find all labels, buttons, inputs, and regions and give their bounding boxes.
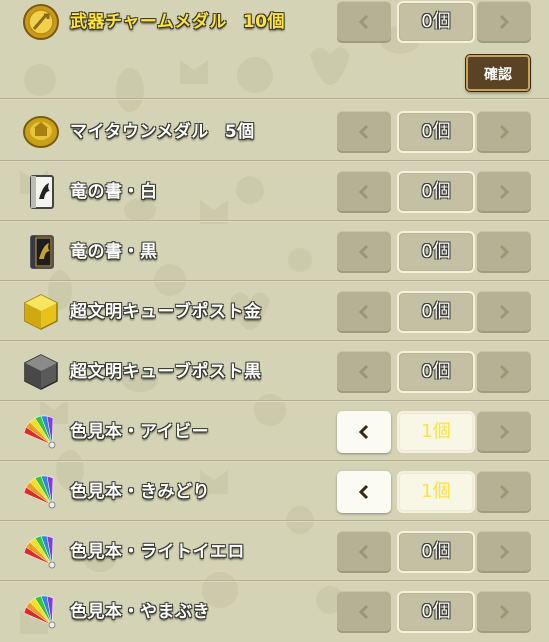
quantity-value: 1個 (397, 411, 475, 453)
decrease-button[interactable] (337, 171, 391, 213)
chevron-left-icon (358, 544, 369, 560)
quantity-value: 0個 (397, 351, 475, 393)
increase-button[interactable] (477, 471, 531, 513)
item-row-weapon-charm-medal: 武器チャームメダル 10個 0個 確認 (0, 0, 549, 100)
increase-button[interactable] (477, 351, 531, 393)
quantity-stepper: 0個 (337, 351, 532, 393)
chevron-right-icon (499, 604, 510, 620)
color-swatch-fan-icon (23, 535, 56, 569)
chevron-right-icon (499, 364, 510, 380)
decrease-button[interactable] (337, 351, 391, 393)
color-swatch-fan-icon (23, 595, 56, 629)
item-owned-quantity: 10個 (242, 12, 285, 32)
chevron-left-icon (358, 244, 369, 260)
item-row-white-dragon-book: 竜の書・白 0個 (0, 162, 549, 222)
chevron-right-icon (499, 14, 510, 30)
quantity-stepper: 0個 (337, 591, 532, 633)
black-dragon-book-icon (30, 235, 54, 269)
chevron-left-icon (358, 124, 369, 140)
chevron-left-icon (358, 184, 369, 200)
item-name: 色見本・きみどり (70, 482, 210, 502)
item-name: 色見本・やまぶき (70, 602, 210, 622)
item-owned-quantity: 5個 (224, 122, 255, 142)
chevron-left-icon (358, 484, 369, 500)
decrease-button[interactable] (337, 471, 391, 513)
quantity-value: 0個 (397, 231, 475, 273)
quantity-stepper: 1個 (337, 411, 532, 453)
chevron-left-icon (358, 14, 369, 30)
quantity-value: 0個 (397, 291, 475, 333)
decrease-button[interactable] (337, 411, 391, 453)
quantity-value: 1個 (397, 471, 475, 513)
item-row-swatch-kimidori: 色見本・きみどり 1個 (0, 462, 549, 522)
item-row-swatch-light-yellow: 色見本・ライトイエロ 0個 (0, 522, 549, 582)
item-name: 超文明キューブポスト金 (70, 302, 262, 322)
increase-button[interactable] (477, 531, 531, 573)
increase-button[interactable] (477, 591, 531, 633)
chevron-right-icon (499, 244, 510, 260)
color-swatch-fan-icon (23, 475, 56, 509)
color-swatch-fan-icon (23, 415, 56, 449)
increase-button[interactable] (477, 111, 531, 153)
item-row-black-dragon-book: 竜の書・黒 0個 (0, 222, 549, 282)
increase-button[interactable] (477, 1, 531, 43)
quantity-stepper: 0個 (337, 1, 532, 43)
quantity-stepper: 0個 (337, 111, 532, 153)
item-row-mytown-medal: マイタウンメダル 5個 0個 (0, 102, 549, 162)
quantity-stepper: 1個 (337, 471, 532, 513)
chevron-left-icon (358, 604, 369, 620)
decrease-button[interactable] (337, 111, 391, 153)
quantity-stepper: 0個 (337, 531, 532, 573)
chevron-right-icon (499, 484, 510, 500)
chevron-left-icon (358, 424, 369, 440)
decrease-button[interactable] (337, 231, 391, 273)
increase-button[interactable] (477, 411, 531, 453)
chevron-left-icon (358, 364, 369, 380)
item-name: 色見本・ライトイエロ (70, 542, 245, 562)
decrease-button[interactable] (337, 1, 391, 43)
chevron-right-icon (499, 124, 510, 140)
chevron-right-icon (499, 544, 510, 560)
quantity-stepper: 0個 (337, 171, 532, 213)
quantity-stepper: 0個 (337, 291, 532, 333)
increase-button[interactable] (477, 291, 531, 333)
item-name: 色見本・アイビー (70, 422, 210, 442)
chevron-right-icon (499, 424, 510, 440)
chevron-left-icon (358, 304, 369, 320)
item-name: 武器チャームメダル (70, 12, 227, 32)
quantity-value: 0個 (397, 1, 475, 43)
increase-button[interactable] (477, 231, 531, 273)
quantity-value: 0個 (397, 111, 475, 153)
mytown-medal-icon (23, 116, 59, 148)
quantity-value: 0個 (397, 531, 475, 573)
confirm-button[interactable]: 確認 (466, 55, 530, 91)
item-row-swatch-ivy: 色見本・アイビー 1個 (0, 402, 549, 462)
divider (0, 98, 549, 100)
quantity-stepper: 0個 (337, 231, 532, 273)
white-dragon-book-icon (30, 175, 54, 209)
item-row-gold-cube-post: 超文明キューブポスト金 0個 (0, 282, 549, 342)
increase-button[interactable] (477, 171, 531, 213)
decrease-button[interactable] (337, 591, 391, 633)
charm-medal-icon (23, 4, 59, 40)
quantity-value: 0個 (397, 171, 475, 213)
decrease-button[interactable] (337, 291, 391, 333)
gold-cube-post-icon (24, 294, 58, 330)
decrease-button[interactable] (337, 531, 391, 573)
item-row-swatch-yamabuki: 色見本・やまぶき 0個 (0, 582, 549, 642)
black-cube-post-icon (24, 354, 58, 390)
chevron-right-icon (499, 184, 510, 200)
item-row-black-cube-post: 超文明キューブポスト黒 0個 (0, 342, 549, 402)
chevron-right-icon (499, 304, 510, 320)
quantity-value: 0個 (397, 591, 475, 633)
item-name: 竜の書・白 (70, 182, 158, 202)
item-name: マイタウンメダル (70, 122, 209, 142)
item-name: 竜の書・黒 (70, 242, 158, 262)
item-name: 超文明キューブポスト黒 (70, 362, 262, 382)
